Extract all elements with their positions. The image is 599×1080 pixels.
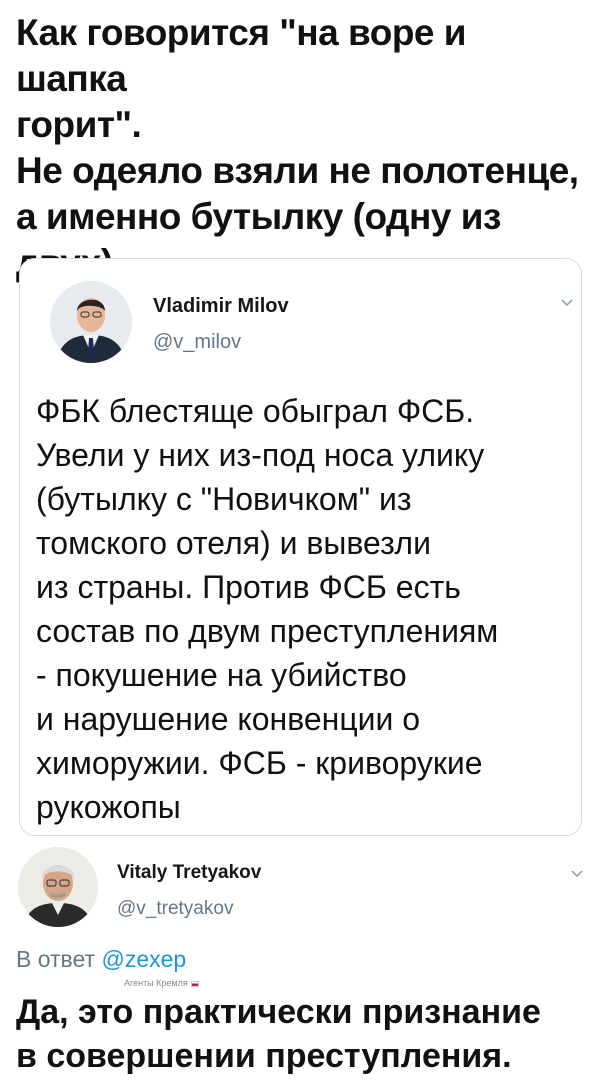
reply-prefix: В ответ (16, 946, 96, 972)
reply-author-name[interactable]: Vitaly Tretyakov (117, 862, 261, 884)
russian-flag-icon (190, 980, 199, 987)
agency-label-text: Агенты Кремля (124, 978, 188, 988)
chevron-down-icon[interactable] (569, 866, 585, 882)
avatar[interactable] (18, 847, 98, 927)
quoted-tweet-body: ФБК блестяще обыграл ФСБ. Увели у них из… (36, 393, 499, 825)
person-avatar-icon (50, 281, 132, 363)
reply-tweet-body: Да, это практически признание в совершен… (16, 993, 541, 1075)
quoted-author-name[interactable]: Vladimir Milov (153, 295, 289, 318)
quoted-author-handle[interactable]: @v_milov (153, 331, 241, 354)
header-tweet-text: Как говорится "на воре и шапка горит". Н… (16, 12, 579, 283)
avatar[interactable] (50, 281, 132, 363)
chevron-down-icon[interactable] (559, 295, 575, 311)
agency-label: Агенты Кремля (124, 978, 199, 988)
reply-author-handle[interactable]: @v_tretyakov (117, 898, 233, 920)
person-avatar-icon (18, 847, 98, 927)
reply-mention-link[interactable]: @zexep (101, 946, 186, 972)
reply-to-line: В ответ @zexep (16, 946, 186, 973)
quoted-tweet-card[interactable]: Vladimir Milov @v_milov ФБК блестяще обы… (19, 258, 582, 836)
